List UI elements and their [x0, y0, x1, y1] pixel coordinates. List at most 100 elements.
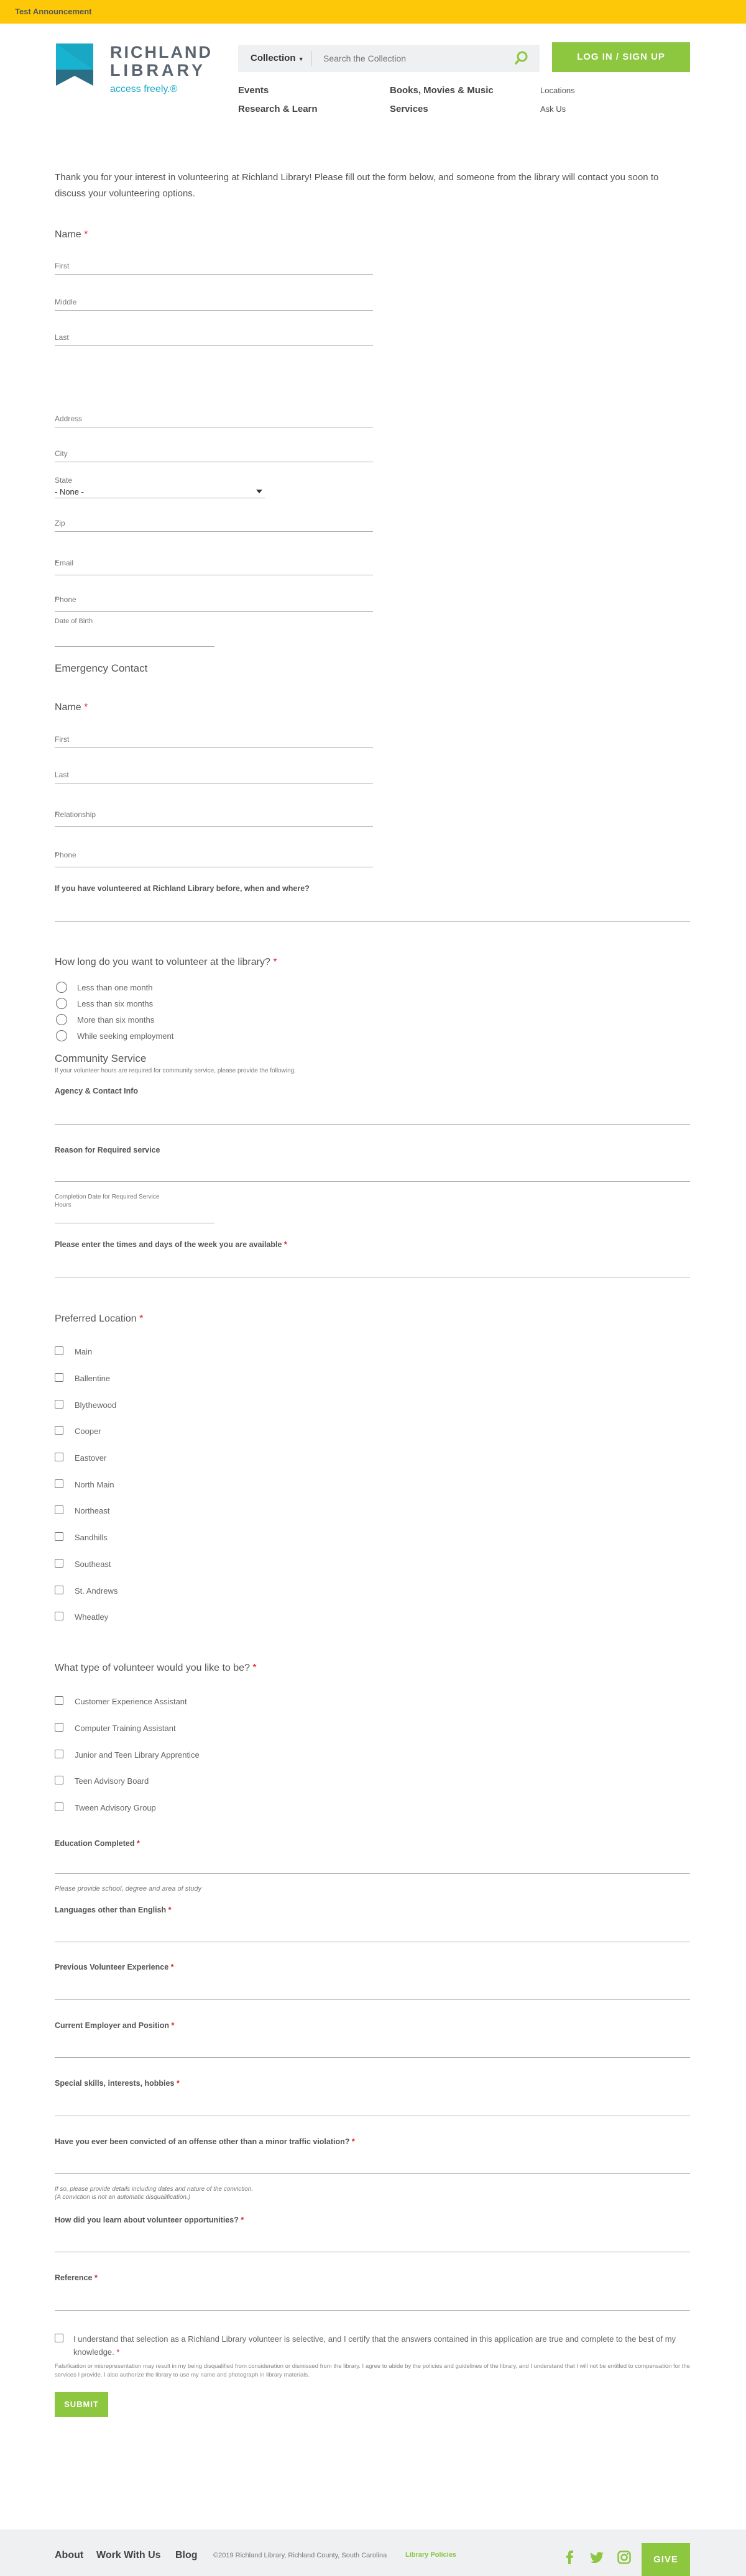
radio-button[interactable] [56, 998, 67, 1009]
convicted-field[interactable] [55, 2155, 690, 2174]
search-input[interactable] [322, 51, 509, 66]
reference-field[interactable] [55, 2292, 690, 2311]
checkbox[interactable] [55, 1612, 63, 1620]
languages-label: Languages other than English * [55, 1906, 172, 1914]
state-label: State [55, 476, 73, 485]
phone-field[interactable]: Phone * [55, 593, 373, 612]
nav-ask-us[interactable]: Ask Us [540, 104, 566, 114]
footer-copyright: ©2019 Richland Library, Richland County,… [213, 2552, 387, 2559]
zip-label: Zip [55, 519, 65, 528]
email-field[interactable]: Email * [55, 557, 373, 575]
completion-date-label: Completion Date for Required Service [55, 1194, 160, 1200]
learn-field[interactable] [55, 2234, 690, 2252]
state-selected-value: - None - [55, 487, 84, 496]
checkbox[interactable] [55, 1453, 63, 1461]
logo-line1: RICHLAND [110, 43, 213, 62]
employer-label: Current Employer and Position * [55, 2021, 175, 2030]
convicted-label: Have you ever been convicted of an offen… [55, 2137, 355, 2146]
city-field[interactable]: City [55, 444, 373, 462]
previous-experience-label: Previous Volunteer Experience * [55, 1963, 174, 1971]
zip-field[interactable]: Zip [55, 513, 373, 532]
checkbox[interactable] [55, 1696, 63, 1705]
middle-name-field[interactable]: Middle [55, 292, 373, 311]
emergency-first-name-field[interactable]: First [55, 729, 373, 748]
employer-field[interactable] [55, 2039, 690, 2058]
checkbox[interactable] [55, 1346, 63, 1355]
volunteered-before-field[interactable] [55, 903, 690, 922]
checkbox[interactable] [55, 1586, 63, 1594]
community-service-help: If your volunteer hours are required for… [55, 1067, 296, 1074]
checkbox[interactable] [55, 1532, 63, 1541]
checkbox[interactable] [55, 1723, 63, 1732]
give-button[interactable]: GIVE [642, 2543, 690, 2576]
login-signup-button[interactable]: LOG IN / SIGN UP [552, 42, 690, 72]
location-label: Ballentine [75, 1374, 111, 1383]
dob-field[interactable] [55, 628, 214, 647]
reference-label: Reference * [55, 2273, 98, 2282]
checkbox[interactable] [55, 1400, 63, 1409]
first-name-field[interactable]: First [55, 256, 373, 275]
nav-books-movies-music[interactable]: Books, Movies & Music [390, 85, 494, 96]
certify-checkbox[interactable] [55, 2334, 63, 2342]
relationship-field[interactable]: Relationship * [55, 808, 373, 827]
preferred-location-title: Preferred Location * [55, 1313, 144, 1324]
address-label: Address [55, 414, 83, 423]
announcement-text[interactable]: Test Announcement [15, 7, 92, 16]
checkbox[interactable] [55, 1505, 63, 1514]
nav-research-learn[interactable]: Research & Learn [238, 104, 318, 114]
agency-field[interactable] [55, 1106, 690, 1125]
emergency-last-name-field[interactable]: Last [55, 765, 373, 783]
footer-work-link[interactable]: Work With Us [96, 2550, 161, 2561]
volunteer-type-title: What type of volunteer would you like to… [55, 1663, 257, 1673]
languages-field[interactable] [55, 1924, 690, 1942]
availability-field[interactable] [55, 1259, 690, 1277]
previous-experience-field[interactable] [55, 1981, 690, 2000]
footer-blog-link[interactable]: Blog [175, 2550, 198, 2561]
education-field[interactable] [55, 1855, 690, 1874]
reason-label: Reason for Required service [55, 1146, 160, 1154]
checkbox[interactable] [55, 1559, 63, 1568]
last-name-label: Last [55, 333, 69, 342]
education-help: Please provide school, degree and area o… [55, 1885, 202, 1893]
footer-about-link[interactable]: About [55, 2550, 83, 2561]
checkbox[interactable] [55, 1750, 63, 1758]
nav-services[interactable]: Services [390, 104, 428, 114]
name-section-title: Name * [55, 229, 88, 240]
availability-label: Please enter the times and days of the w… [55, 1240, 287, 1249]
checkbox[interactable] [55, 1479, 63, 1488]
nav-events[interactable]: Events [238, 85, 269, 96]
twitter-icon[interactable] [590, 2551, 604, 2564]
checkbox[interactable] [55, 1426, 63, 1435]
reason-field[interactable] [55, 1163, 690, 1182]
checkbox[interactable] [55, 1373, 63, 1382]
logo-icon[interactable] [56, 43, 93, 86]
state-select[interactable]: - None - [55, 487, 265, 498]
footer-policies-link[interactable]: Library Policies [405, 2551, 456, 2559]
search-icon[interactable] [515, 51, 528, 65]
radio-button[interactable] [56, 982, 67, 993]
dob-label: Date of Birth [55, 618, 93, 625]
site-header: RICHLAND LIBRARY access freely.® Collect… [0, 24, 746, 123]
last-name-field[interactable]: Last [55, 327, 373, 346]
skills-label: Special skills, interests, hobbies * [55, 2079, 180, 2088]
radio-button[interactable] [56, 1030, 67, 1041]
hours-field[interactable] [55, 1204, 214, 1223]
learn-label: How did you learn about volunteer opport… [55, 2216, 244, 2224]
search-scope-dropdown[interactable]: Collection ▼ [251, 53, 304, 63]
intro-text: Thank you for your interest in volunteer… [55, 172, 659, 199]
facebook-icon[interactable] [563, 2551, 576, 2564]
address-field[interactable]: Address [55, 409, 373, 427]
nav-locations[interactable]: Locations [540, 86, 575, 95]
submit-button[interactable]: SUBMIT [55, 2392, 108, 2417]
location-label: North Main [75, 1480, 114, 1489]
search-bar: Collection ▼ [238, 45, 540, 72]
radio-button[interactable] [56, 1014, 67, 1025]
instagram-icon[interactable] [617, 2551, 631, 2564]
skills-field[interactable] [55, 2098, 690, 2116]
checkbox[interactable] [55, 1776, 63, 1784]
checkbox[interactable] [55, 1802, 63, 1811]
search-scope-label: Collection [251, 53, 296, 63]
emergency-phone-field[interactable]: Phone * [55, 849, 373, 867]
location-label: Wheatley [75, 1612, 109, 1622]
community-service-title: Community Service [55, 1053, 147, 1064]
